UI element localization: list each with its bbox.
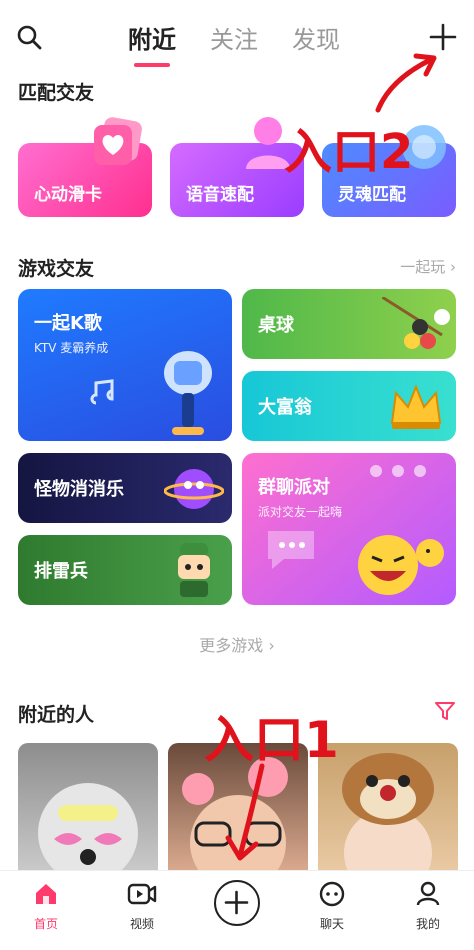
nav-home[interactable]: 首页 (16, 881, 76, 932)
game-title: 排雷兵 (34, 561, 88, 582)
match-card-label: 心动滑卡 (34, 185, 102, 205)
nav-me[interactable]: 我的 (398, 881, 458, 932)
chevron-right-icon: › (450, 258, 456, 276)
top-tabs: 附近 关注 发现 (128, 20, 340, 67)
game-card-monster[interactable]: 怪物消消乐 (18, 453, 232, 523)
nearby-person-card[interactable] (18, 743, 158, 870)
tab-following[interactable]: 关注 (210, 20, 258, 55)
game-card-ktv[interactable]: 一起K歌 KTV 麦霸养成 (18, 289, 232, 441)
add-circle-icon[interactable] (214, 880, 260, 926)
plus-icon (224, 890, 249, 915)
more-games-label: 更多游戏 (199, 636, 264, 655)
search-icon[interactable] (16, 24, 42, 50)
music-note-icon (90, 379, 114, 405)
game-title: 桌球 (258, 315, 294, 336)
laughing-emoji-icon (358, 535, 444, 595)
match-card-label: 灵魂匹配 (338, 185, 406, 205)
annotation-entry-2: 入口2 (284, 124, 414, 180)
game-card-billiard[interactable]: 桌球 (242, 289, 456, 359)
planet-monster-icon (164, 469, 224, 509)
crown-icon (390, 384, 442, 429)
dots-bubble-icon (370, 465, 426, 477)
game-title: 群聊派对 (258, 477, 330, 498)
nearby-person-card[interactable] (318, 743, 458, 870)
game-card-rich[interactable]: 大富翁 (242, 371, 456, 441)
soldier-icon (178, 543, 210, 597)
nav-label: 视频 (129, 917, 154, 931)
tab-discover[interactable]: 发现 (292, 20, 340, 55)
more-games-link[interactable]: 更多游戏 › (0, 632, 474, 656)
tab-nearby[interactable]: 附近 (128, 20, 176, 67)
game-title: 大富翁 (258, 397, 312, 418)
game-card-mine[interactable]: 排雷兵 (18, 535, 232, 605)
plus-icon[interactable] (428, 22, 458, 52)
games-section-title: 游戏交友 (18, 258, 95, 280)
user-icon (416, 881, 440, 906)
games-more-label: 一起玩 (400, 258, 446, 276)
nav-video[interactable]: 视频 (112, 881, 172, 932)
match-card-label: 语音速配 (186, 185, 254, 205)
nav-label: 我的 (415, 917, 440, 931)
game-title: 怪物消消乐 (34, 479, 124, 500)
person-photo (342, 753, 434, 870)
match-section-title: 匹配交友 (18, 82, 95, 104)
filter-icon[interactable] (434, 700, 456, 722)
annotation-arrow-2 (375, 53, 437, 113)
annotation-arrow-1 (225, 763, 265, 861)
chat-icon (319, 881, 345, 907)
nav-chat[interactable]: 聊天 (302, 881, 362, 932)
game-subtitle: KTV 麦霸养成 (34, 341, 109, 355)
nearby-section-title: 附近的人 (18, 704, 95, 726)
chat-bubble-icon (268, 531, 314, 569)
chevron-right-icon: › (268, 636, 275, 655)
nav-label: 聊天 (319, 917, 344, 931)
match-card-heart-swipe[interactable]: 心动滑卡 (18, 117, 152, 217)
game-title: 一起K歌 (34, 313, 102, 334)
person-photo (38, 783, 138, 870)
billiard-balls-icon (382, 297, 450, 349)
home-icon (36, 884, 56, 904)
microphone-icon (164, 351, 212, 435)
heart-cards-icon (94, 117, 142, 165)
game-card-party[interactable]: 群聊派对 派对交友一起嗨 (242, 453, 456, 605)
nav-label: 首页 (33, 917, 58, 931)
game-subtitle: 派对交友一起嗨 (258, 505, 343, 519)
video-icon (127, 883, 157, 905)
games-more-link[interactable]: 一起玩 › (400, 256, 456, 277)
